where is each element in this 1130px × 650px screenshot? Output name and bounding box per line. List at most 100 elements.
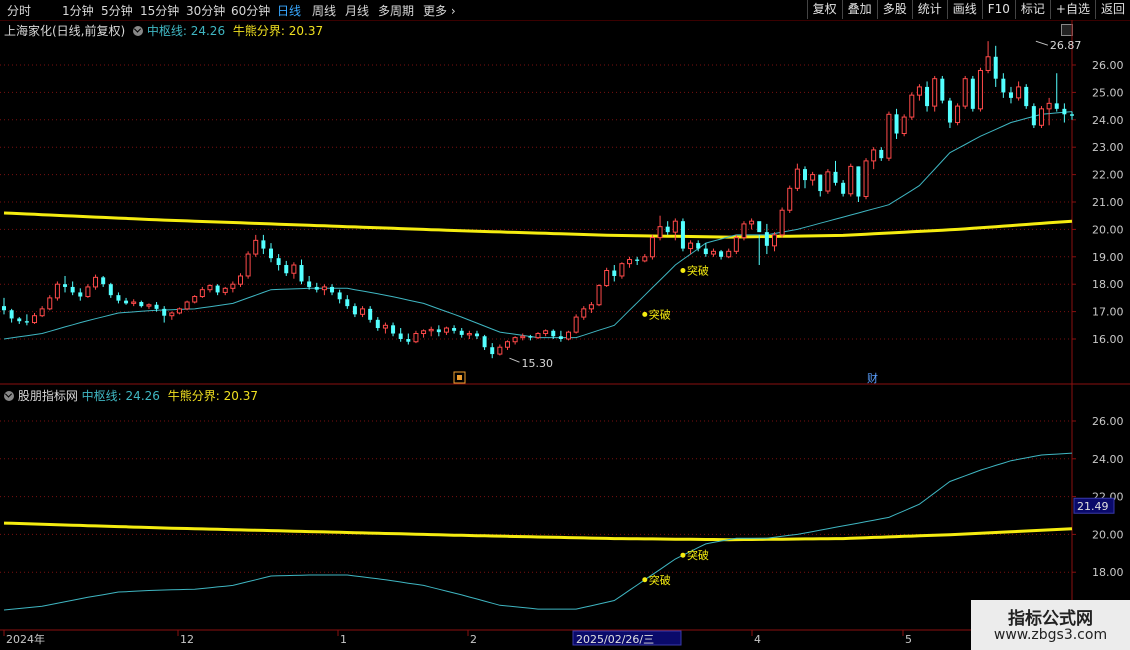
candle-body-up	[146, 304, 152, 307]
candle-body-down	[406, 339, 411, 342]
candle-body-up	[222, 287, 228, 293]
main-bull-bear-line	[3, 211, 1073, 239]
sub-axis-label: 26.00	[1092, 415, 1124, 428]
candle-body-up	[566, 331, 572, 340]
chart-canvas[interactable]: 26.00 25.00 24.00 23.00 22.00 21.00 20.00 19.00…	[0, 0, 1130, 650]
candle-body-down	[757, 221, 762, 233]
candle-body-up	[596, 285, 602, 306]
candle-body-up	[604, 270, 610, 287]
high-pointer	[1035, 40, 1049, 46]
signal-label: 突破	[687, 264, 709, 278]
candle-body-up	[810, 174, 816, 181]
candle-body-down	[337, 292, 342, 300]
sub-signal-dot	[642, 577, 648, 583]
low-price-label: 15.30	[521, 357, 553, 370]
candle-body-up	[642, 256, 648, 262]
candle-body-up	[573, 316, 579, 333]
candle-body-down	[375, 319, 380, 329]
date-label: 2	[470, 633, 477, 646]
candle-body-down	[24, 321, 29, 323]
candle-body-down	[284, 265, 289, 274]
signal-dot	[642, 311, 648, 317]
watermark: 指标公式网 www.zbgs3.com	[971, 600, 1130, 650]
candle-body-up	[779, 209, 785, 236]
date-label: 2024年	[6, 632, 45, 646]
candle-body-up	[962, 78, 968, 107]
candle-body-down	[436, 329, 441, 333]
candle-body-down	[368, 308, 373, 320]
candle-body-down	[154, 304, 159, 309]
candle-body-down	[703, 248, 708, 255]
candle-body-up	[443, 327, 449, 333]
candle-body-up	[733, 237, 739, 252]
candle-body-up	[360, 308, 366, 315]
candle-body-down	[803, 169, 807, 181]
candle-body-up	[627, 259, 633, 265]
candle-body-up	[39, 308, 45, 317]
main-axis-label: 17.00	[1092, 306, 1124, 319]
main-axis-label: 20.00	[1092, 223, 1124, 236]
date-label: 4	[754, 633, 761, 646]
sub-signal-dot	[680, 552, 686, 558]
candle-body-up	[413, 333, 419, 343]
candle-body-down	[215, 285, 220, 293]
candle-body-down	[330, 286, 335, 293]
candle-body-up	[466, 333, 472, 336]
candle-body-up	[985, 56, 991, 71]
sub-axis-label: 20.00	[1092, 528, 1124, 541]
candle-body-down	[101, 277, 106, 285]
main-axis-label: 19.00	[1092, 251, 1124, 264]
candle-body-up	[192, 296, 198, 303]
main-axis-label: 24.00	[1092, 114, 1124, 127]
main-axis-label: 26.00	[1092, 59, 1124, 72]
candle-body-down	[719, 251, 724, 257]
candle-body-down	[261, 240, 266, 249]
candle-body-up	[512, 337, 518, 343]
candle-body-down	[818, 174, 823, 192]
candle-body-down	[474, 333, 479, 337]
candle-body-down	[9, 310, 14, 319]
sub-axis-label: 24.00	[1092, 453, 1124, 466]
candle-body-up	[504, 341, 510, 348]
candle-body-up	[230, 283, 236, 289]
main-axis-label: 18.00	[1092, 278, 1124, 291]
candle-body-up	[291, 264, 297, 274]
candle-body-up	[245, 253, 251, 277]
candle-body-up	[85, 286, 91, 298]
candle-body-up	[428, 328, 434, 332]
candle-body-up	[237, 275, 243, 285]
candle-body-up	[520, 335, 526, 339]
candle-body-down	[635, 259, 640, 261]
sub-axis-label: 18.00	[1092, 566, 1124, 579]
candle-body-down	[269, 248, 273, 259]
main-pivot-line	[3, 111, 1073, 340]
candle-body-down	[894, 114, 899, 134]
candle-body-up	[199, 289, 205, 298]
candle-body-down	[452, 328, 457, 331]
candle-body-down	[352, 306, 357, 315]
candle-body-up	[825, 171, 831, 192]
watermark-title: 指标公式网	[1008, 609, 1093, 629]
candle-body-up	[131, 301, 137, 304]
candle-body-up	[535, 333, 541, 339]
candle-body-down	[1001, 78, 1006, 93]
candle-body-down	[665, 226, 670, 233]
candle-body-up	[1016, 86, 1022, 99]
sub-current-value: 21.49	[1077, 500, 1109, 513]
low-pointer	[509, 357, 520, 363]
candle-body-down	[1008, 92, 1013, 98]
candle-body-up	[176, 308, 182, 314]
candle-body-up	[863, 160, 869, 198]
candle-body-down	[398, 333, 403, 339]
candle-body-up	[771, 234, 777, 247]
candle-body-up	[710, 250, 716, 255]
high-price-label: 26.87	[1050, 39, 1082, 52]
candle-body-up	[741, 223, 747, 239]
candle-body-down	[139, 302, 144, 307]
candle-body-up	[871, 149, 877, 162]
signal-dot	[680, 268, 686, 273]
candle-body-up	[184, 301, 190, 310]
candle-body-up	[909, 94, 915, 118]
candle-body-down	[482, 336, 487, 348]
candle-body-down	[528, 336, 533, 338]
